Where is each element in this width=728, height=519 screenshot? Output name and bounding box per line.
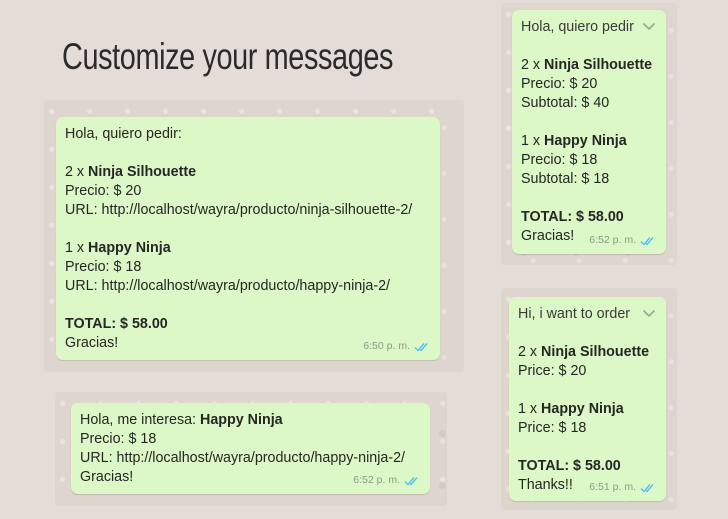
item-subtotal: Subtotal: $ 40 (521, 95, 610, 111)
item-line: 1 x Happy Ninja (518, 401, 624, 417)
product-name: Happy Ninja (88, 240, 171, 256)
english-template-bubble: Hi, i want to order 2 x Ninja Silhouette… (509, 297, 666, 501)
item-line: 1 x Happy Ninja (521, 133, 627, 149)
message-greeting: Hola, quiero pedir: (65, 126, 182, 142)
message-meta: 6:51 p. m. (589, 478, 656, 497)
chevron-down-icon[interactable] (642, 18, 656, 37)
item-url: URL: http://localhost/wayra/producto/nin… (65, 202, 413, 218)
item-line: 2 x Ninja Silhouette (521, 57, 653, 73)
page-title: Customize your messages (62, 36, 394, 77)
product-name: Happy Ninja (200, 412, 283, 428)
product-name: Ninja Silhouette (544, 57, 653, 73)
message-meta: 6:50 p. m. (363, 337, 430, 356)
order-total: TOTAL: $ 58.00 (518, 458, 621, 474)
double-check-icon (640, 483, 656, 493)
item-price: Precio: $ 20 (521, 76, 598, 92)
product-name: Ninja Silhouette (541, 344, 650, 360)
order-total: TOTAL: $ 58.00 (65, 316, 168, 332)
item-price: Precio: $ 20 (65, 183, 142, 199)
spanish-template-bubble: Hola, quiero pedir 2 x Ninja Silhouette … (512, 10, 666, 254)
message-time: 6:50 p. m. (363, 340, 410, 352)
message-time: 6:51 p. m. (589, 481, 636, 493)
item-url: URL: http://localhost/wayra/producto/hap… (65, 278, 391, 294)
message-time: 6:52 p. m. (589, 234, 636, 246)
item-subtotal: Subtotal: $ 18 (521, 171, 610, 187)
order-total: TOTAL: $ 58.00 (521, 209, 624, 225)
item-line: 2 x Ninja Silhouette (65, 164, 197, 180)
double-check-icon (414, 342, 430, 352)
chevron-down-icon[interactable] (642, 305, 656, 324)
item-price: Precio: $ 18 (521, 152, 598, 168)
product-name: Happy Ninja (541, 401, 624, 417)
message-intro: Hola, me interesa: Happy Ninja (80, 412, 283, 428)
single-product-message-bubble: Hola, me interesa: Happy Ninja Precio: $… (71, 403, 430, 494)
product-name: Happy Ninja (544, 133, 627, 149)
message-meta: 6:52 p. m. (353, 471, 420, 490)
double-check-icon (640, 236, 656, 246)
message-meta: 6:52 p. m. (589, 231, 656, 250)
item-price: Precio: $ 18 (65, 259, 142, 275)
item-price: Price: $ 18 (518, 420, 587, 436)
template-header-select[interactable]: Hi, i want to order (518, 305, 656, 324)
message-time: 6:52 p. m. (353, 474, 400, 486)
item-line: 1 x Happy Ninja (65, 240, 171, 256)
item-line: 2 x Ninja Silhouette (518, 344, 650, 360)
template-header-select[interactable]: Hola, quiero pedir (521, 18, 656, 37)
product-name: Ninja Silhouette (88, 164, 197, 180)
item-url: URL: http://localhost/wayra/producto/hap… (80, 450, 406, 466)
item-price: Precio: $ 18 (80, 431, 157, 447)
order-message-bubble: Hola, quiero pedir: 2 x Ninja Silhouette… (56, 117, 440, 360)
double-check-icon (404, 476, 420, 486)
item-price: Price: $ 20 (518, 363, 587, 379)
